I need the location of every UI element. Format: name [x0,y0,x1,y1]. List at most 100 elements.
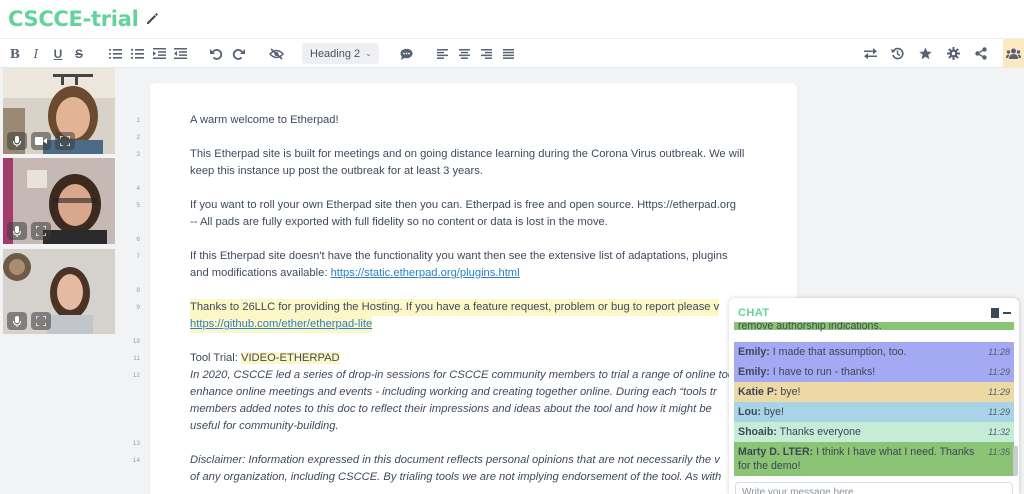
pad-line[interactable]: members added notes to this doc to refle… [150,401,797,418]
sticky-chat-icon[interactable] [991,308,999,318]
line-text: Thanks to 26LLC for providing the Hostin… [190,299,720,316]
unordered-list-button[interactable] [129,39,145,68]
line-text-content: In 2020, CSCCE led a series of drop-in s… [190,369,735,381]
unordered-list-icon [130,48,144,59]
pad-line[interactable]: 2 [136,129,797,146]
settings-button[interactable] [945,39,961,68]
video-camera-icon [35,137,47,145]
pad-line[interactable]: 4 [136,180,797,197]
outdent-button[interactable] [172,39,188,68]
video-tile [3,68,115,154]
camera-button[interactable] [31,132,51,150]
eye-slash-icon [268,47,284,60]
line-number: 6 [136,236,140,243]
underline-icon: U [53,46,63,61]
hyperlink[interactable]: https://github.com/ether/etherpad-lite [190,318,372,330]
chat-text: Thanks everyone [779,426,861,438]
save-revision-button[interactable] [917,39,933,68]
pad-line[interactable]: 1 A warm welcome to Etherpad! [136,112,797,129]
pad-line[interactable]: 11 Tool Trial: VIDEO-ETHERPAD [133,350,797,367]
fullscreen-button[interactable] [55,132,75,150]
undo-button[interactable] [208,39,224,68]
comment-button[interactable] [397,39,415,68]
pad-line[interactable]: 14 Disclaimer: Information expressed in t… [133,452,797,469]
line-text-content: If this Etherpad site doesn't have the f… [190,250,728,262]
mute-button[interactable] [7,132,27,150]
share-icon [975,47,987,60]
strikethrough-button[interactable]: S [71,39,87,68]
align-right-button[interactable] [479,39,493,68]
strikethrough-icon: S [74,46,83,61]
microphone-icon [13,315,21,327]
ordered-list-button[interactable] [107,39,123,68]
line-text-content: members added notes to this doc to refle… [190,403,712,415]
line-text: members added notes to this doc to refle… [190,401,712,418]
align-center-icon [458,48,470,59]
line-text: In 2020, CSCCE led a series of drop-in s… [190,367,734,384]
line-number: 2 [136,134,140,141]
line-text: of any organization, including CSCCE. By… [190,469,721,486]
chat-message: Lou: bye! 11:29 [734,402,1014,422]
pad-line[interactable]: 5 If you want to roll your own Etherpad s… [136,197,797,214]
pad-line[interactable]: and modifications available: https://sta… [150,265,797,282]
editor-toolbar: B I U S Heading 2 ⌄ [0,38,1024,68]
chat-message: remove authorship indications. [734,322,1014,332]
timeslider-button[interactable] [889,39,905,68]
share-button[interactable] [973,39,989,68]
pad-line[interactable]: 3 This Etherpad site is built for meeting… [136,146,797,163]
gear-icon [946,47,960,60]
pad-title[interactable]: CSCCE-trial [8,7,139,31]
pad-editor[interactable]: 1 A warm welcome to Etherpad! 2 3 This Ether… [133,83,797,494]
pad-line[interactable]: 6 [136,231,797,248]
mute-button[interactable] [7,222,27,240]
indent-button[interactable] [151,39,167,68]
heading-select-value: Heading 2 [310,47,361,60]
users-icon [1006,48,1021,59]
minimize-icon[interactable] [1003,308,1011,318]
video-tile [3,158,115,244]
chat-timestamp: 11:29 [988,367,1010,377]
pad-line[interactable]: of any organization, including CSCCE. By… [150,469,797,486]
chat-text: I have to run - thanks! [772,366,876,378]
pad-line[interactable]: keep this instance up post the outbreak … [150,163,797,180]
line-text: https://github.com/ether/etherpad-lite [190,316,373,333]
chat-scrollbar[interactable] [1013,446,1018,476]
pad-line[interactable]: enhance online meetings and events - inc… [150,384,797,401]
align-right-icon [480,48,492,59]
line-text: useful for community-building. [190,418,339,435]
import-export-button[interactable] [862,39,878,68]
pad-line[interactable]: 7 If this Etherpad site doesn't have the … [136,248,797,265]
chat-timestamp: 11:29 [988,387,1010,397]
heading-select[interactable]: Heading 2 ⌄ [302,43,379,64]
clear-authorship-button[interactable] [267,39,285,68]
bold-button[interactable]: B [7,39,23,68]
underline-button[interactable]: U [50,39,66,68]
italic-button[interactable]: I [28,39,44,68]
line-text-content: keep this instance up post the outbreak … [190,165,483,177]
redo-button[interactable] [230,39,246,68]
line-text-content: useful for community-building. [190,420,339,432]
line-number: 8 [136,287,140,294]
pad-line[interactable]: 9 Thanks to 26LLC for providing the Hosti… [136,299,797,316]
mute-button[interactable] [7,312,27,330]
pad-line[interactable]: 13 [133,435,797,452]
hyperlink[interactable]: https://static.etherpad.org/plugins.html [331,267,520,279]
pad-line[interactable]: 8 [136,282,797,299]
align-justify-button[interactable] [501,39,515,68]
pad-line[interactable]: https://github.com/ether/etherpad-lite [150,316,797,333]
pad-line[interactable]: -- All pads are fully exported with full… [150,214,797,231]
align-left-button[interactable] [435,39,449,68]
chat-input[interactable]: Write your message here [735,482,1013,494]
pad-line[interactable]: 18 [133,333,797,350]
align-left-icon [436,48,448,59]
users-button[interactable] [1003,39,1024,68]
pencil-icon[interactable] [145,12,159,26]
line-text-content: Thanks to 26LLC for providing the Hostin… [190,301,720,313]
pad-line[interactable]: 12 In 2020, CSCCE led a series of drop-in… [133,367,797,384]
fullscreen-button[interactable] [31,312,51,330]
pad-line[interactable]: useful for community-building. [150,418,797,435]
fullscreen-button[interactable] [31,222,51,240]
align-center-button[interactable] [457,39,471,68]
line-text-content: A warm welcome to Etherpad! [190,114,339,126]
line-text: This Etherpad site is built for meetings… [190,146,744,163]
